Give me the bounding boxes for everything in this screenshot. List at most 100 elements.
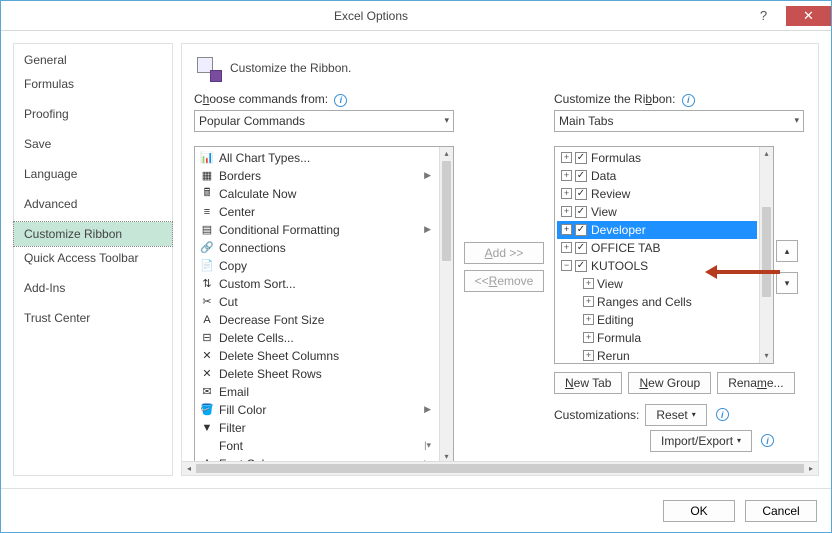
checkbox[interactable]: ✓ [575,188,587,200]
command-item[interactable]: ✕Delete Sheet Rows [197,365,437,383]
command-label: Copy [219,259,247,273]
command-item[interactable]: ≡Center [197,203,437,221]
remove-button[interactable]: << Remove [464,270,544,292]
add-button[interactable]: Add >> [464,242,544,264]
commands-listbox[interactable]: 📊All Chart Types...▦Borders▶🖩Calculate N… [194,146,454,466]
command-item[interactable]: 📄Copy [197,257,437,275]
checkbox[interactable]: ✓ [575,242,587,254]
command-item[interactable]: ▤Conditional Formatting▶ [197,221,437,239]
help-button[interactable]: ? [741,6,786,26]
tree-item[interactable]: +Ranges and Cells [557,293,757,311]
tree-item[interactable]: +✓Developer [557,221,757,239]
sidebar-item-general[interactable]: General [14,48,172,72]
submenu-icon: ▶ [424,224,435,235]
tree-item[interactable]: +Rerun [557,347,757,363]
tree-item[interactable]: +✓View [557,203,757,221]
new-group-button[interactable]: New Group [628,372,711,394]
info-icon[interactable]: i [761,434,774,447]
sidebar-item-customize-ribbon[interactable]: Customize Ribbon [14,222,172,246]
commands-scrollbar[interactable]: ▴ ▾ [439,147,453,465]
choose-commands-dropdown[interactable]: Popular Commands ▾ [194,110,454,132]
scroll-right-icon[interactable]: ▸ [804,462,818,475]
scroll-thumb[interactable] [196,464,804,473]
sidebar-item-proofing[interactable]: Proofing [14,102,172,126]
cancel-button[interactable]: Cancel [745,500,817,522]
command-item[interactable]: ✕Delete Sheet Columns [197,347,437,365]
expand-icon[interactable]: − [561,260,572,271]
expand-icon[interactable]: + [583,314,594,325]
command-item[interactable]: ⊟Delete Cells... [197,329,437,347]
command-item[interactable]: Font|▾ [197,437,437,455]
expand-icon[interactable]: + [561,224,572,235]
scroll-up-icon[interactable]: ▴ [440,147,453,161]
expand-icon[interactable]: + [561,170,572,181]
scroll-down-icon[interactable]: ▾ [760,349,773,363]
expand-icon[interactable]: + [561,242,572,253]
tree-item[interactable]: +View [557,275,757,293]
scroll-up-icon[interactable]: ▴ [760,147,773,161]
move-down-button[interactable]: ▾ [776,272,798,294]
customize-ribbon-icon [194,54,222,82]
expand-icon[interactable]: + [561,206,572,217]
new-tab-button[interactable]: New Tab [554,372,622,394]
command-item[interactable]: ⇅Custom Sort... [197,275,437,293]
checkbox[interactable]: ✓ [575,224,587,236]
expand-icon[interactable]: + [561,188,572,199]
command-item[interactable]: 🔗Connections [197,239,437,257]
expand-icon[interactable]: + [561,152,572,163]
scroll-thumb[interactable] [442,161,451,261]
sidebar-item-save[interactable]: Save [14,132,172,156]
sidebar-item-formulas[interactable]: Formulas [14,72,172,96]
tree-item[interactable]: +✓ Data [557,167,757,185]
scroll-thumb[interactable] [762,207,771,297]
command-item[interactable]: ADecrease Font Size [197,311,437,329]
tree-item[interactable]: +✓OFFICE TAB [557,239,757,257]
command-item[interactable]: 🪣Fill Color▶ [197,401,437,419]
tree-item[interactable]: +✓Review [557,185,757,203]
ok-button[interactable]: OK [663,500,735,522]
sidebar-item-advanced[interactable]: Advanced [14,192,172,216]
close-button[interactable]: ✕ [786,6,831,26]
command-item[interactable]: ✉Email [197,383,437,401]
info-icon[interactable]: i [716,408,729,421]
customize-ribbon-dropdown[interactable]: Main Tabs ▾ [554,110,804,132]
info-icon[interactable]: i [682,94,695,107]
tree-item-label: Data [591,169,616,183]
expand-icon[interactable]: + [583,296,594,307]
ribbon-tree[interactable]: +✓Formulas+✓Data+✓Review+✓View+✓Develope… [554,146,774,364]
rename-button[interactable]: Rename... [717,372,794,394]
content-horizontal-scrollbar[interactable]: ◂ ▸ [182,461,818,475]
sidebar-item-quick-access-toolbar[interactable]: Quick Access Toolbar [14,246,172,270]
command-item[interactable]: 🖩Calculate Now [197,185,437,203]
checkbox[interactable]: ✓ [575,152,587,164]
choose-commands-column: Choose commands from: i Popular Commands… [194,92,454,465]
checkbox[interactable]: ✓ [575,206,587,218]
tree-scrollbar[interactable]: ▴ ▾ [759,147,773,363]
move-up-button[interactable]: ▴ [776,240,798,262]
sidebar-item-language[interactable]: Language [14,162,172,186]
command-label: Delete Cells... [219,331,294,345]
tree-item[interactable]: −✓KUTOOLS [557,257,757,275]
expand-icon[interactable]: + [583,350,594,361]
sidebar-item-add-ins[interactable]: Add-Ins [14,276,172,300]
checkbox[interactable]: ✓ [575,170,587,182]
command-item[interactable]: ▦Borders▶ [197,167,437,185]
info-icon[interactable]: i [334,94,347,107]
command-icon: ▤ [199,222,215,238]
tree-item[interactable]: +✓Formulas [557,149,757,167]
import-export-button[interactable]: Import/Export▾ [650,430,752,452]
dialog-footer: OK Cancel [1,488,831,532]
command-item[interactable]: ▼Filter [197,419,437,437]
checkbox[interactable]: ✓ [575,260,587,272]
expand-icon[interactable]: + [583,278,594,289]
chevron-down-icon: ▾ [692,410,696,419]
titlebar: Excel Options ? ✕ [1,1,831,31]
tree-item[interactable]: +Editing [557,311,757,329]
reset-button[interactable]: Reset▾ [645,404,706,426]
scroll-left-icon[interactable]: ◂ [182,462,196,475]
sidebar-item-trust-center[interactable]: Trust Center [14,306,172,330]
command-item[interactable]: 📊All Chart Types... [197,149,437,167]
expand-icon[interactable]: + [583,332,594,343]
tree-item[interactable]: +Formula [557,329,757,347]
command-item[interactable]: ✂Cut [197,293,437,311]
